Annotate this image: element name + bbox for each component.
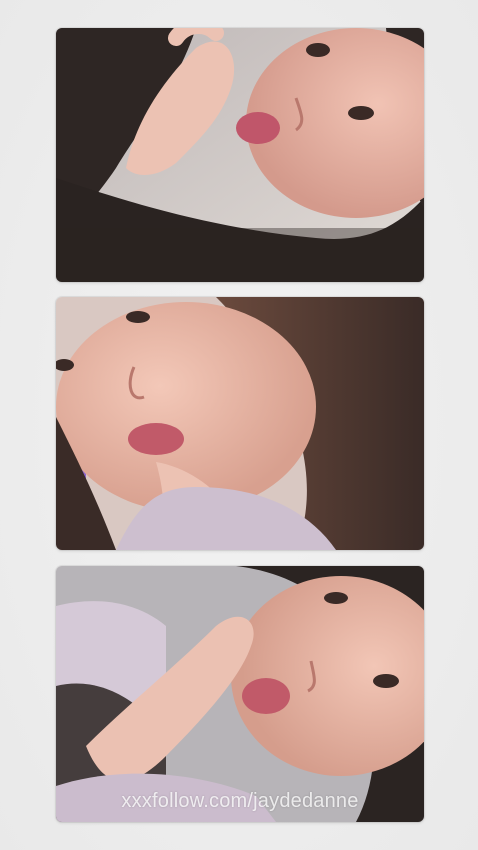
selfie-photo-2 — [56, 297, 424, 550]
watermark-text: xxxfollow.com/jaydedanne — [121, 790, 359, 812]
selfie-photo-1 — [56, 28, 424, 282]
collage-page: xxxfollow.com/jaydedanne — [0, 0, 478, 850]
photo-frame-1 — [56, 28, 424, 282]
selfie-photo-3 — [56, 566, 424, 822]
photo-frame-3 — [56, 566, 424, 822]
photo-frame-2 — [56, 297, 424, 550]
